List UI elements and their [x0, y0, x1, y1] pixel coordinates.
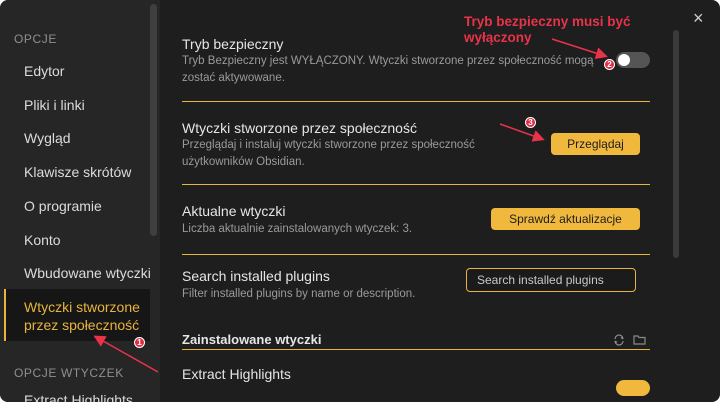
divider: [182, 184, 650, 185]
sidebar-item-core-plugins[interactable]: Wbudowane wtyczki: [24, 265, 151, 281]
sidebar-item-extract-highlights[interactable]: Extract Highlights: [24, 392, 133, 402]
current-plugins-title: Aktualne wtyczki: [182, 203, 286, 219]
sidebar-item-appearance[interactable]: Wygląd: [24, 130, 71, 146]
plugin-enable-toggle[interactable]: [616, 380, 650, 396]
current-plugins-description: Liczba aktualnie zainstalowanych wtyczek…: [182, 223, 413, 235]
annotation-note: Tryb bezpieczny musi być wyłączony: [464, 14, 631, 45]
sidebar-item-hotkeys[interactable]: Klawisze skrótów: [24, 164, 131, 180]
browse-button[interactable]: Przeglądaj: [551, 133, 640, 155]
settings-window: OPCJE Edytor Pliki i linki Wygląd Klawis…: [0, 0, 720, 402]
safe-mode-description: Tryb Bezpieczny jest WYŁĄCZONY. Wtyczki …: [182, 55, 594, 84]
sidebar-item-account[interactable]: Konto: [24, 232, 61, 248]
search-plugins-input[interactable]: [466, 268, 636, 292]
sidebar-item-editor[interactable]: Edytor: [24, 63, 64, 79]
plugin-extract-highlights-title: Extract Highlights: [182, 366, 291, 382]
sidebar-heading-options: OPCJE: [14, 32, 58, 46]
divider: [182, 349, 650, 350]
sidebar-item-files-links[interactable]: Pliki i linki: [24, 97, 85, 113]
sidebar-heading-plugin-options: OPCJE WTYCZEK: [14, 366, 124, 380]
search-plugins-description: Filter installed plugins by name or desc…: [182, 288, 416, 300]
divider: [182, 254, 650, 255]
community-plugins-description: Przeglądaj i instaluj wtyczki stworzone …: [182, 139, 475, 168]
close-icon[interactable]: ×: [693, 8, 704, 29]
annotation-badge-3: 3: [525, 117, 536, 128]
sidebar-item-about[interactable]: O programie: [24, 198, 102, 214]
sidebar-item-community-plugins[interactable]: Wtyczki stworzone przez społeczność: [4, 289, 150, 341]
folder-icon[interactable]: [632, 334, 646, 346]
search-plugins-title: Search installed plugins: [182, 268, 330, 284]
toggle-knob: [618, 54, 630, 66]
sidebar-scrollbar[interactable]: [150, 4, 157, 236]
divider: [182, 101, 650, 102]
settings-content: × Tryb bezpieczny Tryb Bezpieczny jest W…: [160, 0, 720, 402]
reload-icon[interactable]: [612, 334, 626, 346]
safe-mode-toggle[interactable]: [616, 52, 650, 68]
sidebar-item-label: Wtyczki stworzone przez społeczność: [24, 299, 140, 333]
installed-plugins-heading: Zainstalowane wtyczki: [182, 332, 322, 347]
community-plugins-title: Wtyczki stworzone przez społeczność: [182, 120, 417, 136]
safe-mode-title: Tryb bezpieczny: [182, 36, 284, 52]
annotation-badge-1: 1: [134, 337, 145, 348]
annotation-badge-2: 2: [604, 59, 615, 70]
content-scrollbar[interactable]: [673, 30, 679, 258]
check-updates-button[interactable]: Sprawdź aktualizacje: [491, 208, 640, 230]
